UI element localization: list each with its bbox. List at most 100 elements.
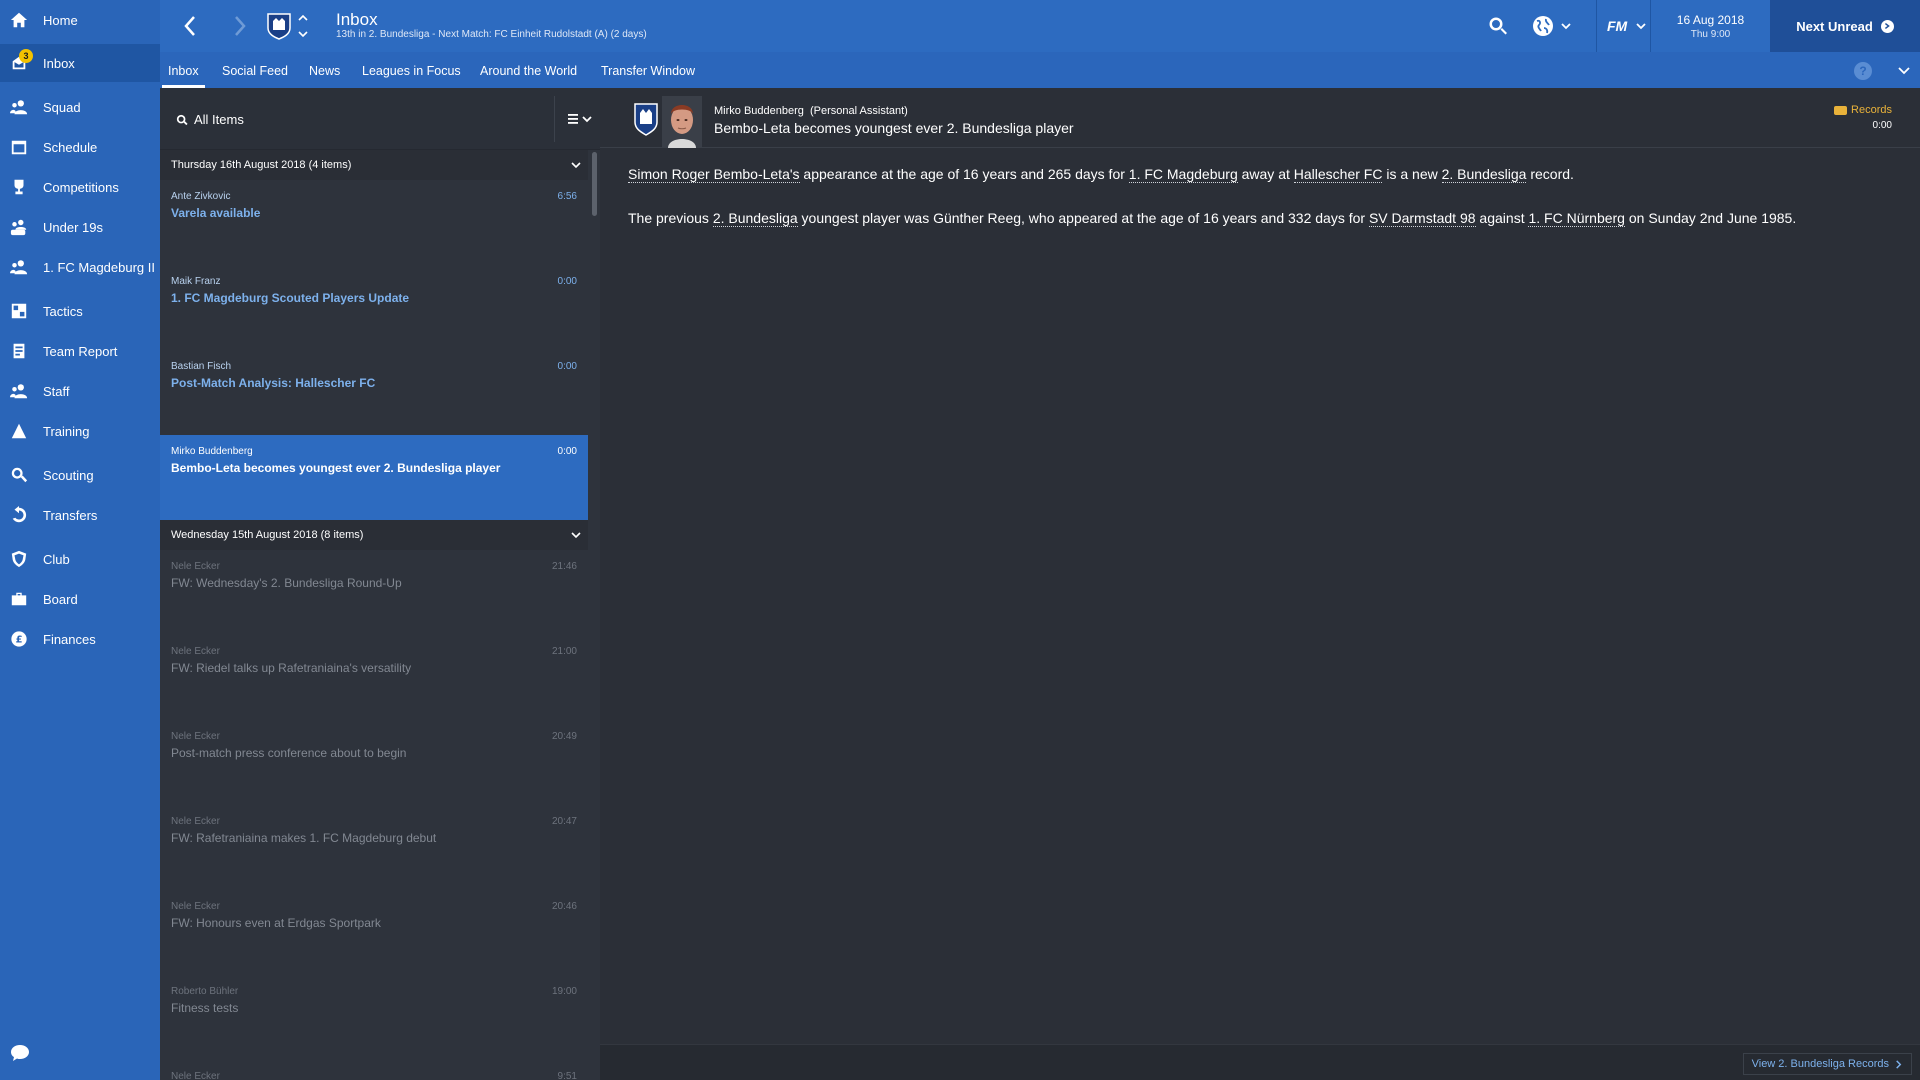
chevron-right-icon bbox=[1896, 1059, 1902, 1069]
chat-icon[interactable] bbox=[10, 1044, 32, 1064]
tab-bar: Inbox Social Feed News Leagues in Focus … bbox=[160, 52, 1920, 88]
text: is a new bbox=[1382, 166, 1442, 182]
date-group-header[interactable]: Wednesday 15th August 2018 (8 items) bbox=[160, 520, 588, 550]
message-subject: FW: Honours even at Erdgas Sportpark bbox=[171, 916, 381, 930]
sender-avatar[interactable] bbox=[662, 96, 702, 148]
tab-around-the-world[interactable]: Around the World bbox=[480, 52, 577, 88]
world-menu-button[interactable] bbox=[1532, 14, 1572, 38]
reserve-team-icon bbox=[9, 257, 29, 277]
sidebar-item-label: Club bbox=[43, 551, 70, 567]
forward-button[interactable] bbox=[226, 12, 254, 40]
tab-news[interactable]: News bbox=[309, 52, 340, 88]
list-options-icon[interactable] bbox=[568, 112, 594, 126]
club-link[interactable]: SV Darmstadt 98 bbox=[1368, 210, 1476, 227]
message-subject: FW: Riedel talks up Rafetraniaina's vers… bbox=[171, 661, 412, 675]
tab-transfer-window[interactable]: Transfer Window bbox=[601, 52, 695, 88]
sidebar-item-club[interactable]: Club bbox=[0, 540, 160, 578]
list-item[interactable]: Bastian Fisch 0:00 Post-Match Analysis: … bbox=[160, 350, 588, 435]
club-shield-icon bbox=[9, 549, 29, 569]
list-item-selected[interactable]: Mirko Buddenberg 0:00 Bembo-Leta becomes… bbox=[160, 435, 588, 520]
sidebar-item-scouting[interactable]: Scouting bbox=[0, 456, 160, 494]
squad-icon bbox=[9, 97, 29, 117]
filter-label: All Items bbox=[194, 112, 244, 127]
sidebar-item-reserve-team[interactable]: 1. FC Magdeburg II bbox=[0, 248, 160, 286]
message-sender: Nele Ecker bbox=[171, 901, 220, 912]
text: away at bbox=[1237, 166, 1294, 182]
message-time: 9:51 bbox=[557, 1071, 577, 1080]
list-item[interactable]: Nele Ecker 21:00 FW: Riedel talks up Raf… bbox=[160, 635, 588, 720]
club-crest-icon[interactable] bbox=[266, 12, 292, 40]
list-item[interactable]: Nele Ecker 20:46 FW: Honours even at Erd… bbox=[160, 890, 588, 975]
help-icon[interactable]: ? bbox=[1854, 62, 1872, 80]
svg-text:£: £ bbox=[16, 635, 23, 646]
sidebar-item-schedule[interactable]: Schedule bbox=[0, 128, 160, 166]
message-time: 20:46 bbox=[551, 901, 577, 912]
competition-link[interactable]: 2. Bundesliga bbox=[1441, 166, 1527, 183]
tab-social-feed[interactable]: Social Feed bbox=[222, 52, 288, 88]
message-sender: Nele Ecker bbox=[171, 731, 220, 742]
home-icon bbox=[9, 10, 29, 30]
staff-icon bbox=[9, 381, 29, 401]
list-item[interactable]: Roberto Bühler 19:00 Fitness tests bbox=[160, 975, 588, 1060]
sender-role: (Personal Assistant) bbox=[810, 105, 908, 117]
sidebar-item-label: 1. FC Magdeburg II bbox=[43, 259, 155, 275]
page-title: Inbox bbox=[336, 10, 378, 29]
list-item[interactable]: Maik Franz 0:00 1. FC Magdeburg Scouted … bbox=[160, 265, 588, 350]
message-sender: Bastian Fisch bbox=[171, 361, 232, 372]
message-sender: Mirko Buddenberg (Personal Assistant) bbox=[714, 105, 908, 117]
message-subject: Varela available bbox=[171, 206, 261, 220]
sidebar-item-finances[interactable]: £ Finances bbox=[0, 620, 160, 658]
club-link[interactable]: Hallescher FC bbox=[1293, 166, 1383, 183]
sidebar-item-label: Transfers bbox=[43, 507, 98, 523]
search-button[interactable] bbox=[1488, 14, 1508, 38]
sidebar-item-board[interactable]: Board bbox=[0, 580, 160, 618]
message-time: 0:00 bbox=[557, 361, 577, 372]
sidebar-item-inbox[interactable]: 3 Inbox bbox=[0, 44, 160, 82]
sidebar-item-home[interactable]: Home bbox=[0, 1, 160, 39]
view-records-button[interactable]: View 2. Bundesliga Records bbox=[1742, 1053, 1912, 1075]
sidebar-item-under-19s[interactable]: Under 19s bbox=[0, 208, 160, 246]
sidebar-item-squad[interactable]: Squad bbox=[0, 88, 160, 126]
list-item[interactable]: Nele Ecker 9:51 bbox=[160, 1060, 588, 1080]
club-link[interactable]: 1. FC Magdeburg bbox=[1128, 166, 1238, 183]
list-item[interactable]: Nele Ecker 21:46 FW: Wednesday's 2. Bund… bbox=[160, 550, 588, 635]
list-item[interactable]: Ante Zivkovic 6:56 Varela available bbox=[160, 180, 588, 265]
message-time: 19:00 bbox=[551, 986, 577, 997]
player-link[interactable]: Simon Roger Bembo-Leta's bbox=[628, 166, 800, 183]
club-crest-icon bbox=[634, 103, 658, 136]
next-unread-button[interactable]: Next Unread bbox=[1770, 0, 1920, 52]
sidebar-item-tactics[interactable]: Tactics bbox=[0, 292, 160, 330]
tab-inbox[interactable]: Inbox bbox=[162, 52, 205, 88]
text: record. bbox=[1526, 166, 1574, 182]
sidebar-item-training[interactable]: Training bbox=[0, 412, 160, 450]
group-heading: Thursday 16th August 2018 (4 items) bbox=[171, 159, 352, 171]
back-button[interactable] bbox=[176, 12, 204, 40]
competition-link[interactable]: 2. Bundesliga bbox=[712, 210, 798, 227]
message-time: 6:56 bbox=[557, 191, 577, 202]
sidebar-item-competitions[interactable]: Competitions bbox=[0, 168, 160, 206]
club-link[interactable]: 1. FC Nürnberg bbox=[1528, 210, 1625, 227]
sidebar-item-team-report[interactable]: Team Report bbox=[0, 332, 160, 370]
chevron-left-icon bbox=[184, 16, 195, 36]
game-date[interactable]: 16 Aug 2018 Thu 9:00 bbox=[1650, 0, 1770, 52]
list-scrollbar[interactable] bbox=[592, 152, 597, 216]
filter-search[interactable]: All Items bbox=[176, 112, 244, 127]
list-item[interactable]: Nele Ecker 20:47 FW: Rafetraniaina makes… bbox=[160, 805, 588, 890]
chevron-up-down-icon[interactable] bbox=[296, 12, 310, 40]
body-paragraph: The previous 2. Bundesliga youngest play… bbox=[628, 208, 1898, 228]
date-group-header[interactable]: Thursday 16th August 2018 (4 items) bbox=[160, 150, 588, 180]
tab-leagues-in-focus[interactable]: Leagues in Focus bbox=[362, 52, 461, 88]
sidebar-item-transfers[interactable]: Transfers bbox=[0, 496, 160, 534]
message-sender: Nele Ecker bbox=[171, 816, 220, 827]
message-time: 0:00 bbox=[1872, 120, 1892, 131]
text: youngest player was Günther Reeg, who ap… bbox=[797, 210, 1369, 226]
text: The previous bbox=[628, 210, 713, 226]
sender-name[interactable]: Mirko Buddenberg bbox=[714, 105, 804, 117]
body-paragraph: Simon Roger Bembo-Leta's appearance at t… bbox=[628, 164, 1898, 184]
fm-menu-button[interactable]: FM bbox=[1596, 0, 1647, 52]
chevron-down-icon[interactable] bbox=[1896, 62, 1912, 78]
message-header: Mirko Buddenberg (Personal Assistant) Be… bbox=[600, 88, 1920, 148]
category-tag[interactable]: Records bbox=[1834, 104, 1892, 116]
sidebar-item-staff[interactable]: Staff bbox=[0, 372, 160, 410]
list-item[interactable]: Nele Ecker 20:49 Post-match press confer… bbox=[160, 720, 588, 805]
